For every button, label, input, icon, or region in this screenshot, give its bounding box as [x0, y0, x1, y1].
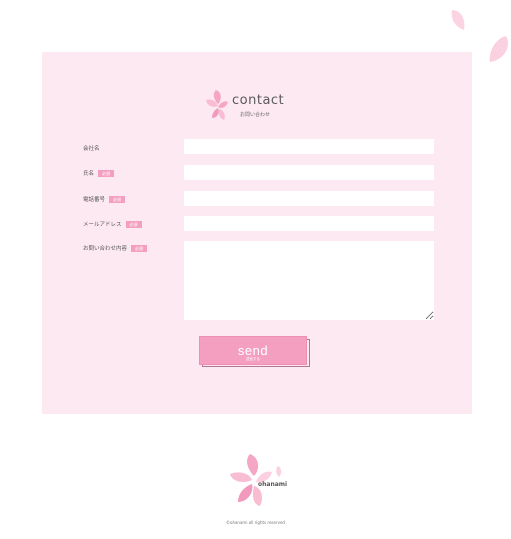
- send-button-wrapper: send 送信する: [199, 336, 311, 368]
- copyright-text: ©ohanami all rights reserved: [226, 520, 285, 525]
- petal-decoration-icon: [489, 36, 509, 62]
- message-label: お問い合わせ内容 必須: [83, 244, 148, 252]
- name-label: 氏名 必須: [83, 169, 115, 177]
- required-badge: 必須: [131, 245, 148, 252]
- company-label: 会社名: [83, 146, 100, 152]
- petal-decoration-icon: [451, 10, 465, 30]
- message-textarea[interactable]: [184, 241, 434, 320]
- name-input[interactable]: [184, 165, 434, 180]
- email-input[interactable]: [184, 216, 434, 231]
- required-badge: 必須: [98, 170, 115, 177]
- phone-input[interactable]: [184, 191, 434, 206]
- company-input[interactable]: [184, 139, 434, 154]
- required-badge: 必須: [109, 196, 126, 203]
- send-button[interactable]: send 送信する: [199, 336, 307, 365]
- sakura-flower-icon: [206, 90, 228, 120]
- page-heading: contact お問い合わせ: [204, 86, 294, 126]
- page-subtitle: お問い合わせ: [240, 112, 271, 118]
- required-badge: 必須: [125, 221, 142, 228]
- send-button-label: send: [237, 343, 269, 358]
- phone-label: 電話番号 必須: [83, 195, 126, 203]
- footer-logo: ohanami: [224, 452, 292, 510]
- footer-brand: ohanami: [258, 481, 288, 488]
- page-title: contact: [232, 93, 285, 108]
- send-button-sublabel: 送信する: [246, 357, 260, 361]
- email-label: メールアドレス 必須: [83, 220, 142, 228]
